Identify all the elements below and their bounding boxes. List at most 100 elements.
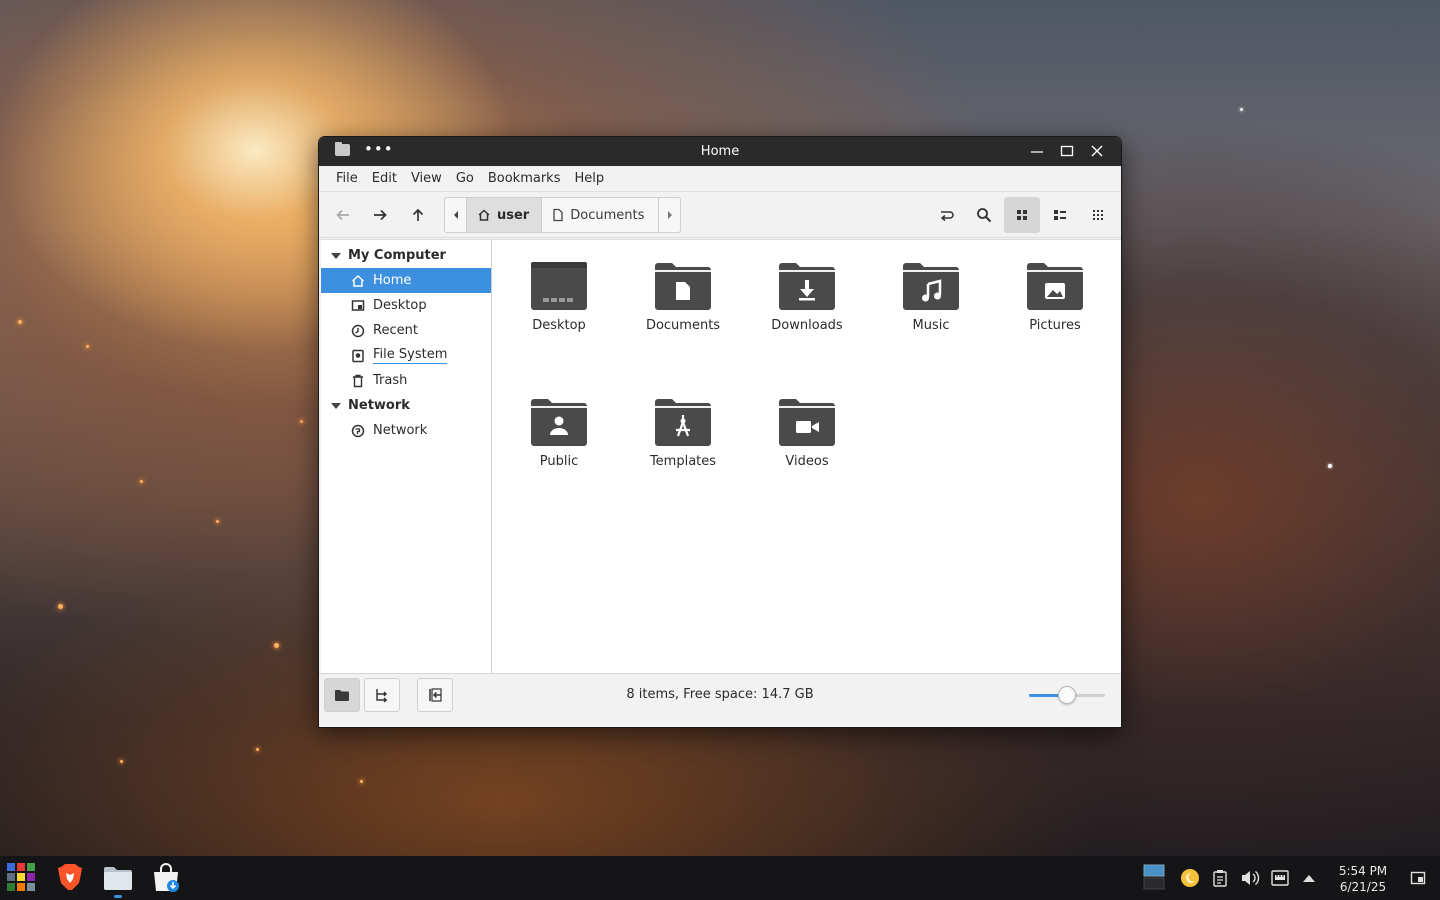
sidebar: My Computer Home Desktop Recent File Sys… bbox=[321, 239, 492, 675]
title-bar[interactable]: ••• Home bbox=[319, 137, 1121, 166]
show-desktop-icon bbox=[1410, 871, 1426, 885]
zoom-slider-handle[interactable] bbox=[1058, 686, 1076, 704]
file-item-music[interactable]: Music bbox=[876, 260, 986, 333]
icon-view-button[interactable] bbox=[1004, 197, 1040, 233]
arrow-left-icon bbox=[336, 209, 349, 221]
sidebar-section-my-computer[interactable]: My Computer bbox=[321, 243, 491, 268]
sidebar-item-file-system[interactable]: File System bbox=[321, 343, 491, 368]
home-icon bbox=[351, 274, 365, 287]
night-light-icon bbox=[1181, 869, 1199, 887]
downloads-folder-icon bbox=[779, 263, 835, 310]
network-status-button[interactable] bbox=[1270, 868, 1290, 888]
sidebar-item-desktop[interactable]: Desktop bbox=[321, 293, 491, 318]
menu-view[interactable]: View bbox=[404, 171, 449, 186]
volume-icon bbox=[1242, 870, 1260, 886]
software-store-button[interactable] bbox=[150, 862, 182, 894]
sidebar-section-network[interactable]: Network bbox=[321, 393, 491, 418]
sidebar-item-trash[interactable]: Trash bbox=[321, 368, 491, 393]
volume-button[interactable] bbox=[1240, 868, 1260, 888]
file-manager-taskbar-button[interactable] bbox=[102, 862, 134, 898]
menu-file[interactable]: File bbox=[329, 171, 365, 186]
file-label: Desktop bbox=[532, 318, 586, 333]
forward-button[interactable] bbox=[362, 197, 398, 233]
back-button[interactable] bbox=[325, 197, 361, 233]
minimize-button[interactable] bbox=[1027, 141, 1047, 161]
expand-triangle-icon bbox=[331, 402, 341, 409]
night-light-button[interactable] bbox=[1180, 868, 1200, 888]
sidebar-item-label: File System bbox=[373, 347, 448, 364]
trash-icon bbox=[353, 374, 363, 387]
templates-folder-icon bbox=[655, 399, 711, 446]
sidebar-item-home[interactable]: Home bbox=[321, 268, 491, 293]
crumb-documents[interactable]: Documents bbox=[542, 198, 658, 232]
sidebar-item-label: Trash bbox=[373, 373, 408, 388]
toggle-location-button[interactable] bbox=[929, 197, 965, 233]
file-item-videos[interactable]: Videos bbox=[752, 396, 862, 469]
file-item-desktop[interactable]: Desktop bbox=[504, 260, 614, 333]
app-folder-icon[interactable] bbox=[335, 142, 350, 156]
show-desktop-button[interactable] bbox=[1408, 868, 1428, 888]
section-title: My Computer bbox=[348, 248, 446, 263]
clipboard-icon bbox=[1213, 870, 1227, 887]
status-bar: 8 items, Free space: 14.7 GB bbox=[319, 673, 1121, 727]
sidebar-item-recent[interactable]: Recent bbox=[321, 318, 491, 343]
sidebar-item-network[interactable]: Network bbox=[321, 418, 491, 443]
clipboard-button[interactable] bbox=[1210, 868, 1230, 888]
file-item-pictures[interactable]: Pictures bbox=[1000, 260, 1110, 333]
file-label: Videos bbox=[785, 454, 829, 469]
toolbar: user Documents bbox=[319, 192, 1121, 238]
caret-right-icon bbox=[667, 211, 672, 219]
maximize-button[interactable] bbox=[1057, 141, 1077, 161]
compact-view-button[interactable] bbox=[1080, 197, 1116, 233]
store-bag-icon bbox=[154, 863, 179, 892]
pictures-folder-icon bbox=[1027, 263, 1083, 310]
documents-folder-icon bbox=[655, 263, 711, 310]
taskbar: 5:54 PM 6/21/25 bbox=[0, 856, 1440, 900]
up-button[interactable] bbox=[400, 197, 436, 233]
path-scroll-right-button[interactable] bbox=[658, 198, 680, 232]
sidebar-item-label: Desktop bbox=[373, 298, 427, 313]
app-menu-button[interactable] bbox=[6, 862, 38, 894]
file-label: Templates bbox=[649, 454, 717, 469]
menu-go[interactable]: Go bbox=[449, 171, 481, 186]
crumb-user[interactable]: user bbox=[467, 198, 543, 232]
section-title: Network bbox=[348, 398, 410, 413]
sidebar-item-label: Network bbox=[373, 423, 428, 438]
tray-expand-button[interactable] bbox=[1299, 868, 1319, 888]
desktop-icon bbox=[351, 299, 365, 311]
clock[interactable]: 5:54 PM 6/21/25 bbox=[1328, 863, 1398, 895]
menu-bookmarks[interactable]: Bookmarks bbox=[481, 171, 568, 186]
brave-lion-icon bbox=[58, 864, 82, 890]
search-button[interactable] bbox=[966, 197, 1002, 233]
close-icon bbox=[1091, 145, 1103, 157]
menu-help[interactable]: Help bbox=[567, 171, 611, 186]
files-icon bbox=[104, 867, 132, 890]
list-view-button[interactable] bbox=[1042, 197, 1078, 233]
network-icon bbox=[351, 424, 365, 437]
file-item-documents[interactable]: Documents bbox=[628, 260, 738, 333]
location-toggle-icon bbox=[940, 211, 954, 222]
crumb-documents-label: Documents bbox=[570, 207, 645, 223]
zoom-slider[interactable] bbox=[1029, 686, 1105, 704]
menu-edit[interactable]: Edit bbox=[365, 171, 404, 186]
clock-time: 5:54 PM bbox=[1338, 864, 1388, 878]
file-manager-window: ••• Home File Edit View Go Bookmarks Hel… bbox=[318, 136, 1122, 728]
brave-browser-button[interactable] bbox=[54, 862, 86, 894]
workspace-switcher[interactable] bbox=[1143, 864, 1165, 890]
maximize-icon bbox=[1060, 145, 1074, 157]
file-item-downloads[interactable]: Downloads bbox=[752, 260, 862, 333]
path-scroll-left-button[interactable] bbox=[445, 198, 467, 232]
more-options-icon[interactable]: ••• bbox=[364, 142, 394, 157]
ethernet-icon bbox=[1271, 870, 1289, 886]
list-view-icon bbox=[1054, 210, 1066, 220]
file-item-templates[interactable]: Templates bbox=[628, 396, 738, 469]
crumb-user-label: user bbox=[497, 207, 530, 223]
file-item-public[interactable]: Public bbox=[504, 396, 614, 469]
public-folder-icon bbox=[531, 399, 587, 446]
file-label: Pictures bbox=[1029, 318, 1081, 333]
menu-bar: File Edit View Go Bookmarks Help bbox=[319, 166, 1121, 192]
status-text: 8 items, Free space: 14.7 GB bbox=[626, 687, 814, 702]
arrow-up-icon bbox=[412, 208, 424, 221]
close-button[interactable] bbox=[1087, 141, 1107, 161]
document-icon bbox=[553, 208, 563, 222]
